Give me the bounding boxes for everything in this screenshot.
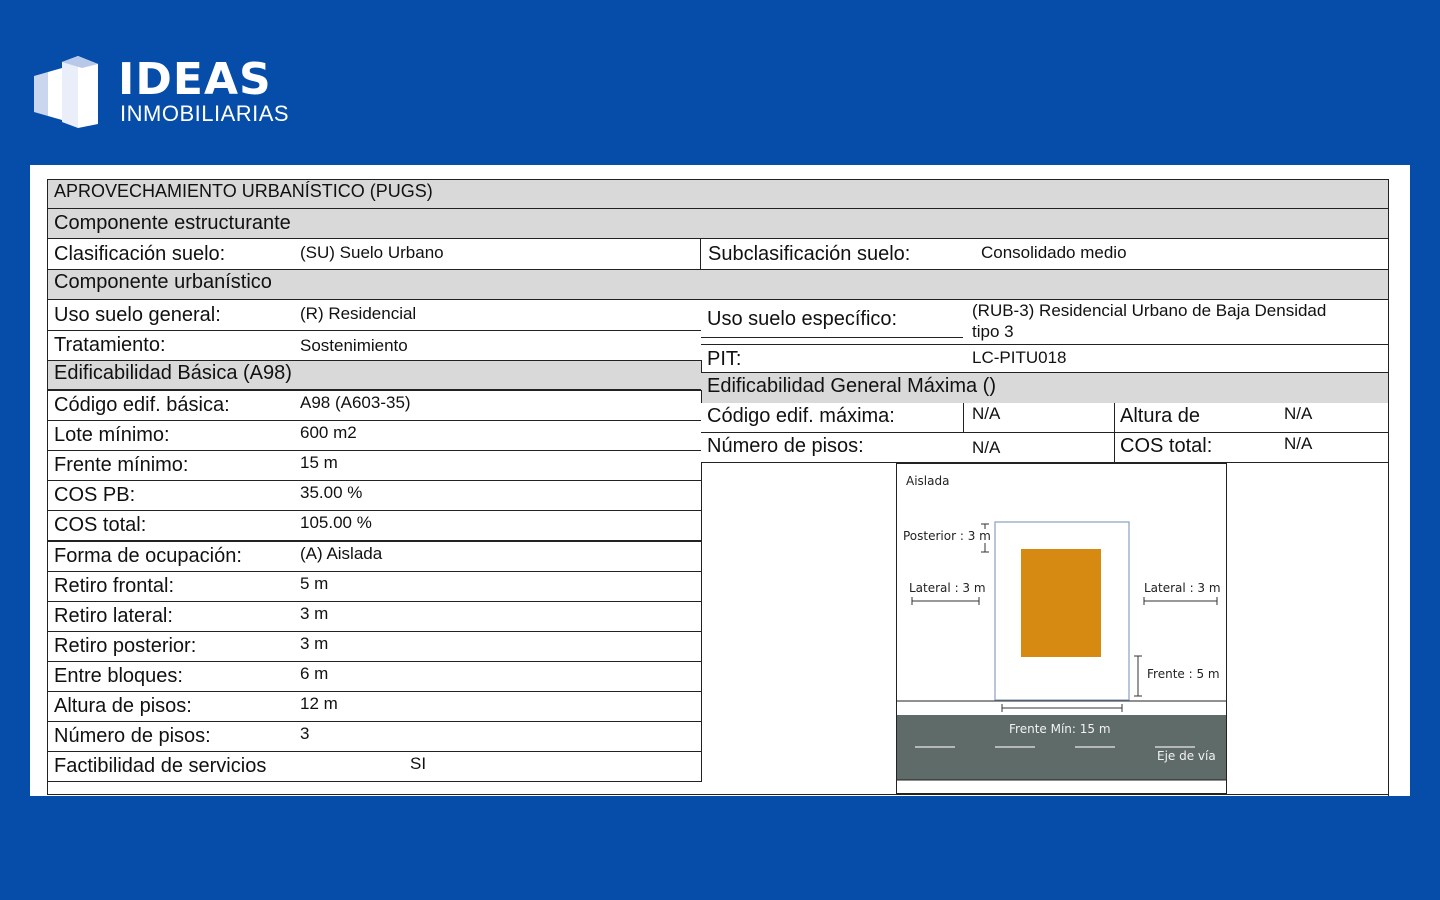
divider — [47, 780, 48, 795]
edif-basica-value: A98 (A603-35) — [300, 393, 411, 412]
sheet-title: APROVECHAMIENTO URBANÍSTICO (PUGS) — [54, 181, 433, 201]
frente-min-label: Frente Mín: 15 m — [1009, 722, 1111, 736]
brand-tagline: INMOBILIARIAS — [120, 101, 290, 126]
subclasificacion-value: Consolidado medio — [981, 243, 1127, 262]
edif-basica-row: Número de pisos: 3 — [47, 721, 702, 752]
edif-basica-row: Retiro frontal: 5 m — [47, 571, 702, 602]
edif-basica-value: 35.00 % — [300, 483, 363, 502]
clasificacion-label: Clasificación suelo: — [54, 243, 226, 265]
edif-basica-label: Retiro posterior: — [54, 635, 197, 657]
posterior-label: Posterior : 3 m — [903, 529, 991, 543]
edif-basica-label: Retiro frontal: — [54, 575, 175, 597]
edif-basica-row: Entre bloques: 6 m — [47, 661, 702, 692]
diagram-title: Aislada — [906, 474, 950, 488]
edif-basica-row: Altura de pisos: 12 m — [47, 691, 702, 722]
edif-basica-label: Lote mínimo: — [54, 424, 170, 446]
zoning-sheet: APROVECHAMIENTO URBANÍSTICO (PUGS) Compo… — [30, 165, 1410, 796]
clasificacion-value: (SU) Suelo Urbano — [300, 243, 444, 262]
lateral-left-label: Lateral : 3 m — [909, 581, 986, 595]
edif-basica-value: 105.00 % — [300, 513, 372, 532]
divider — [47, 794, 1389, 795]
brand-name: IDEAS — [118, 54, 272, 105]
subclasificacion-label: Subclasificación suelo: — [708, 243, 911, 265]
setback-diagram: Aislada Posterior : 3 m Lateral : 3 m La… — [896, 463, 1227, 794]
edif-general-title: Edificabilidad General Máxima () — [707, 375, 997, 397]
edif-basica-label: COS PB: — [54, 484, 136, 506]
uso-general-label: Uso suelo general: — [54, 304, 221, 326]
edif-basica-row: Frente mínimo: 15 m — [47, 450, 702, 481]
eje-via-label: Eje de vía — [1157, 749, 1216, 763]
numero-pisos-max-row: Número de pisos: N/A COS total: N/A — [701, 433, 1389, 463]
tratamiento-row: Tratamiento: Sostenimiento — [47, 330, 702, 361]
uso-especifico-row: Uso suelo específico: (RUB-3) Residencia… — [701, 300, 1389, 345]
divider — [1388, 463, 1389, 796]
componente-urbanistico-header: Componente urbanístico — [47, 269, 1389, 300]
edif-basica-label: Número de pisos: — [54, 725, 211, 747]
cos-total-max-label: COS total: — [1120, 435, 1213, 457]
edif-basica-label: COS total: — [54, 514, 147, 536]
edif-basica-label: Código edif. básica: — [54, 394, 230, 416]
numero-pisos-max-value: N/A — [972, 438, 1001, 457]
uso-general-row: Uso suelo general: (R) Residencial — [47, 300, 702, 331]
componente-estructurante-label: Componente estructurante — [54, 212, 291, 234]
edif-basica-value: 5 m — [300, 574, 329, 593]
numero-pisos-max-label: Número de pisos: — [707, 435, 864, 457]
edif-basica-value: 15 m — [300, 453, 338, 472]
divider — [700, 239, 701, 270]
cos-total-max-value: N/A — [1284, 434, 1313, 453]
tratamiento-label: Tratamiento: — [54, 334, 166, 356]
pit-row: PIT: LC-PITU018 — [701, 344, 1389, 373]
uso-especifico-value-line1: (RUB-3) Residencial Urbano de Baja Densi… — [972, 301, 1327, 320]
edif-basica-row: Código edif. básica: A98 (A603-35) — [47, 390, 702, 421]
pit-label: PIT: — [707, 348, 742, 370]
edif-basica-row: Retiro posterior: 3 m — [47, 631, 702, 662]
frente-label: Frente : 5 m — [1147, 667, 1220, 681]
brand-logo: IDEAS INMOBILIARIAS — [34, 54, 294, 134]
uso-general-value: (R) Residencial — [300, 304, 417, 323]
edif-basica-value: 3 m — [300, 604, 329, 623]
edif-basica-row: Lote mínimo: 600 m2 — [47, 420, 702, 451]
divider — [701, 337, 963, 338]
edif-basica-row: Forma de ocupación: (A) Aislada — [47, 541, 702, 572]
codigo-max-value: N/A — [972, 404, 1001, 423]
edif-basica-value: 3 m — [300, 634, 329, 653]
edif-basica-label: Altura de pisos: — [54, 695, 192, 717]
setback-diagram-graphic — [897, 521, 1226, 781]
edif-basica-row: Retiro lateral: 3 m — [47, 601, 702, 632]
codigo-max-row: Código edif. máxima: N/A Altura de N/A — [701, 403, 1389, 433]
divider — [963, 403, 964, 433]
altura-label: Altura de — [1120, 405, 1201, 427]
building-logo-icon — [34, 56, 98, 128]
edif-basica-value: 600 m2 — [300, 423, 357, 442]
sheet-title-row: APROVECHAMIENTO URBANÍSTICO (PUGS) — [47, 179, 1389, 209]
tratamiento-value: Sostenimiento — [300, 336, 408, 355]
edif-basica-label: Factibilidad de servicios — [54, 755, 267, 777]
edif-basica-label: Frente mínimo: — [54, 454, 189, 476]
edif-basica-title: Edificabilidad Básica (A98) — [54, 362, 292, 384]
uso-especifico-label: Uso suelo específico: — [707, 308, 898, 330]
edif-basica-label: Retiro lateral: — [54, 605, 173, 627]
altura-value: N/A — [1284, 404, 1313, 423]
edif-basica-label: Entre bloques: — [54, 665, 183, 687]
componente-estructurante-header: Componente estructurante — [47, 208, 1389, 239]
edif-general-header: Edificabilidad General Máxima () — [701, 372, 1389, 404]
clasificacion-row: Clasificación suelo: (SU) Suelo Urbano S… — [47, 239, 1389, 270]
edif-basica-value: (A) Aislada — [300, 544, 383, 563]
edif-basica-value: 6 m — [300, 664, 329, 683]
edif-basica-row: Factibilidad de servicios SI — [47, 751, 702, 782]
componente-urbanistico-label: Componente urbanístico — [54, 271, 272, 293]
codigo-max-label: Código edif. máxima: — [707, 405, 895, 427]
pit-value: LC-PITU018 — [972, 348, 1067, 367]
edif-basica-value: 3 — [300, 724, 310, 743]
edif-basica-header: Edificabilidad Básica (A98) — [47, 360, 702, 390]
edif-basica-label: Forma de ocupación: — [54, 545, 242, 567]
edif-basica-value: 12 m — [300, 694, 338, 713]
divider — [1114, 403, 1115, 463]
edif-basica-value: SI — [410, 754, 427, 773]
lateral-right-label: Lateral : 3 m — [1144, 581, 1221, 595]
edif-basica-row: COS PB: 35.00 % — [47, 480, 702, 511]
edif-basica-row: COS total: 105.00 % — [47, 510, 702, 541]
uso-especifico-value-line2: tipo 3 — [972, 322, 1014, 341]
